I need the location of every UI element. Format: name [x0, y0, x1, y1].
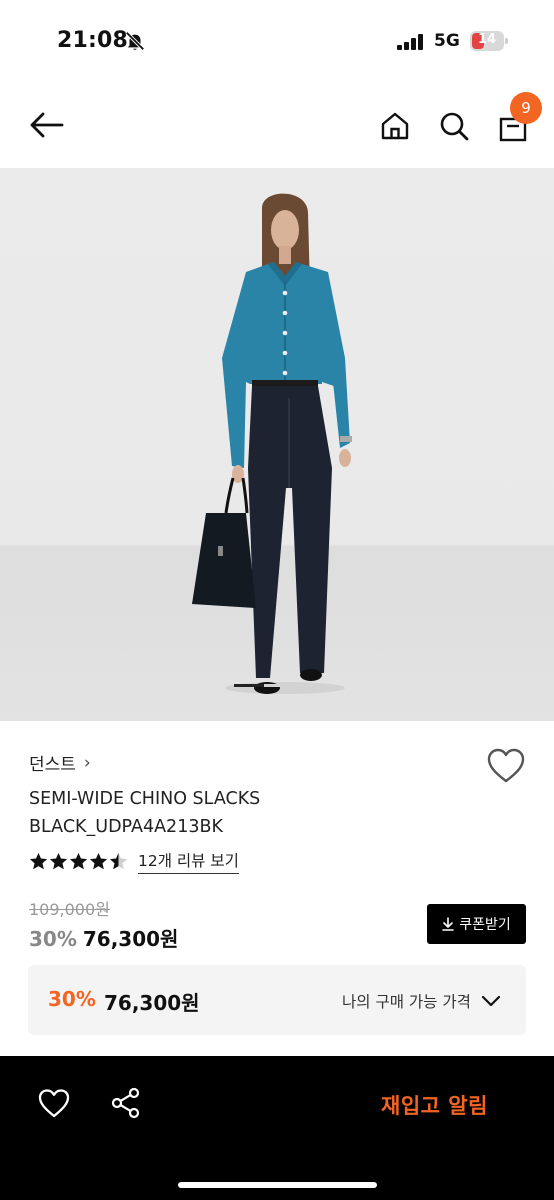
- top-nav: [0, 90, 554, 168]
- star-icon: [49, 852, 68, 870]
- battery-icon: 14: [470, 31, 508, 51]
- download-icon: [442, 917, 455, 931]
- original-price: 109,000원: [29, 900, 110, 919]
- product-name: SEMI-WIDE CHINO SLACKS BLACK_UDPA4A213BK: [29, 785, 449, 841]
- coupon-download-button[interactable]: 쿠폰받기: [427, 904, 526, 944]
- brand-name: 던스트: [29, 755, 76, 775]
- price-row: 30% 76,300원: [29, 923, 178, 952]
- status-bar: 21:08 5G 14: [0, 0, 554, 84]
- status-time: 21:08: [57, 28, 129, 53]
- home-indicator: [178, 1182, 377, 1188]
- image-indicator-current: [234, 684, 264, 687]
- coupon-button-label: 쿠폰받기: [459, 917, 511, 933]
- brand-link[interactable]: 던스트 ›: [29, 750, 91, 776]
- star-icon: [29, 852, 48, 870]
- share-icon[interactable]: [110, 1087, 142, 1119]
- discount-rate: 30%: [29, 927, 77, 951]
- star-icon: [69, 852, 88, 870]
- star-icon: [89, 852, 108, 870]
- back-arrow-icon[interactable]: [26, 105, 66, 145]
- network-type: 5G: [434, 31, 460, 51]
- search-icon[interactable]: [434, 106, 474, 146]
- heart-icon[interactable]: [38, 1088, 70, 1120]
- rating-row: 12개 리뷰 보기: [29, 849, 239, 874]
- product-name-line2: BLACK_UDPA4A213BK: [29, 817, 223, 837]
- product-image[interactable]: [0, 168, 554, 721]
- chevron-right-icon: ›: [83, 752, 91, 773]
- bell-off-icon: [125, 31, 145, 51]
- chevron-down-icon: [481, 995, 501, 1007]
- star-icon: [109, 852, 128, 870]
- cart-count-badge: 9: [510, 92, 542, 124]
- home-icon[interactable]: [375, 106, 415, 146]
- bottom-action-bar: 재입고 알림: [0, 1056, 554, 1200]
- my-price-label: 나의 구매 가능 가격: [342, 993, 471, 1011]
- star-rating: [29, 852, 128, 871]
- signal-icon: [397, 34, 423, 50]
- sale-price: 76,300원: [82, 927, 179, 951]
- my-price-discount: 30%: [48, 987, 96, 1011]
- battery-level: 14: [477, 32, 497, 47]
- my-price-value: 76,300원: [104, 991, 200, 1015]
- my-price-box[interactable]: 30% 76,300원 나의 구매 가능 가격: [28, 965, 526, 1035]
- restock-alert-button[interactable]: 재입고 알림: [381, 1090, 488, 1120]
- review-link[interactable]: 12개 리뷰 보기: [138, 849, 239, 874]
- wishlist-heart-icon[interactable]: [486, 748, 526, 784]
- product-name-line1: SEMI-WIDE CHINO SLACKS: [29, 789, 261, 809]
